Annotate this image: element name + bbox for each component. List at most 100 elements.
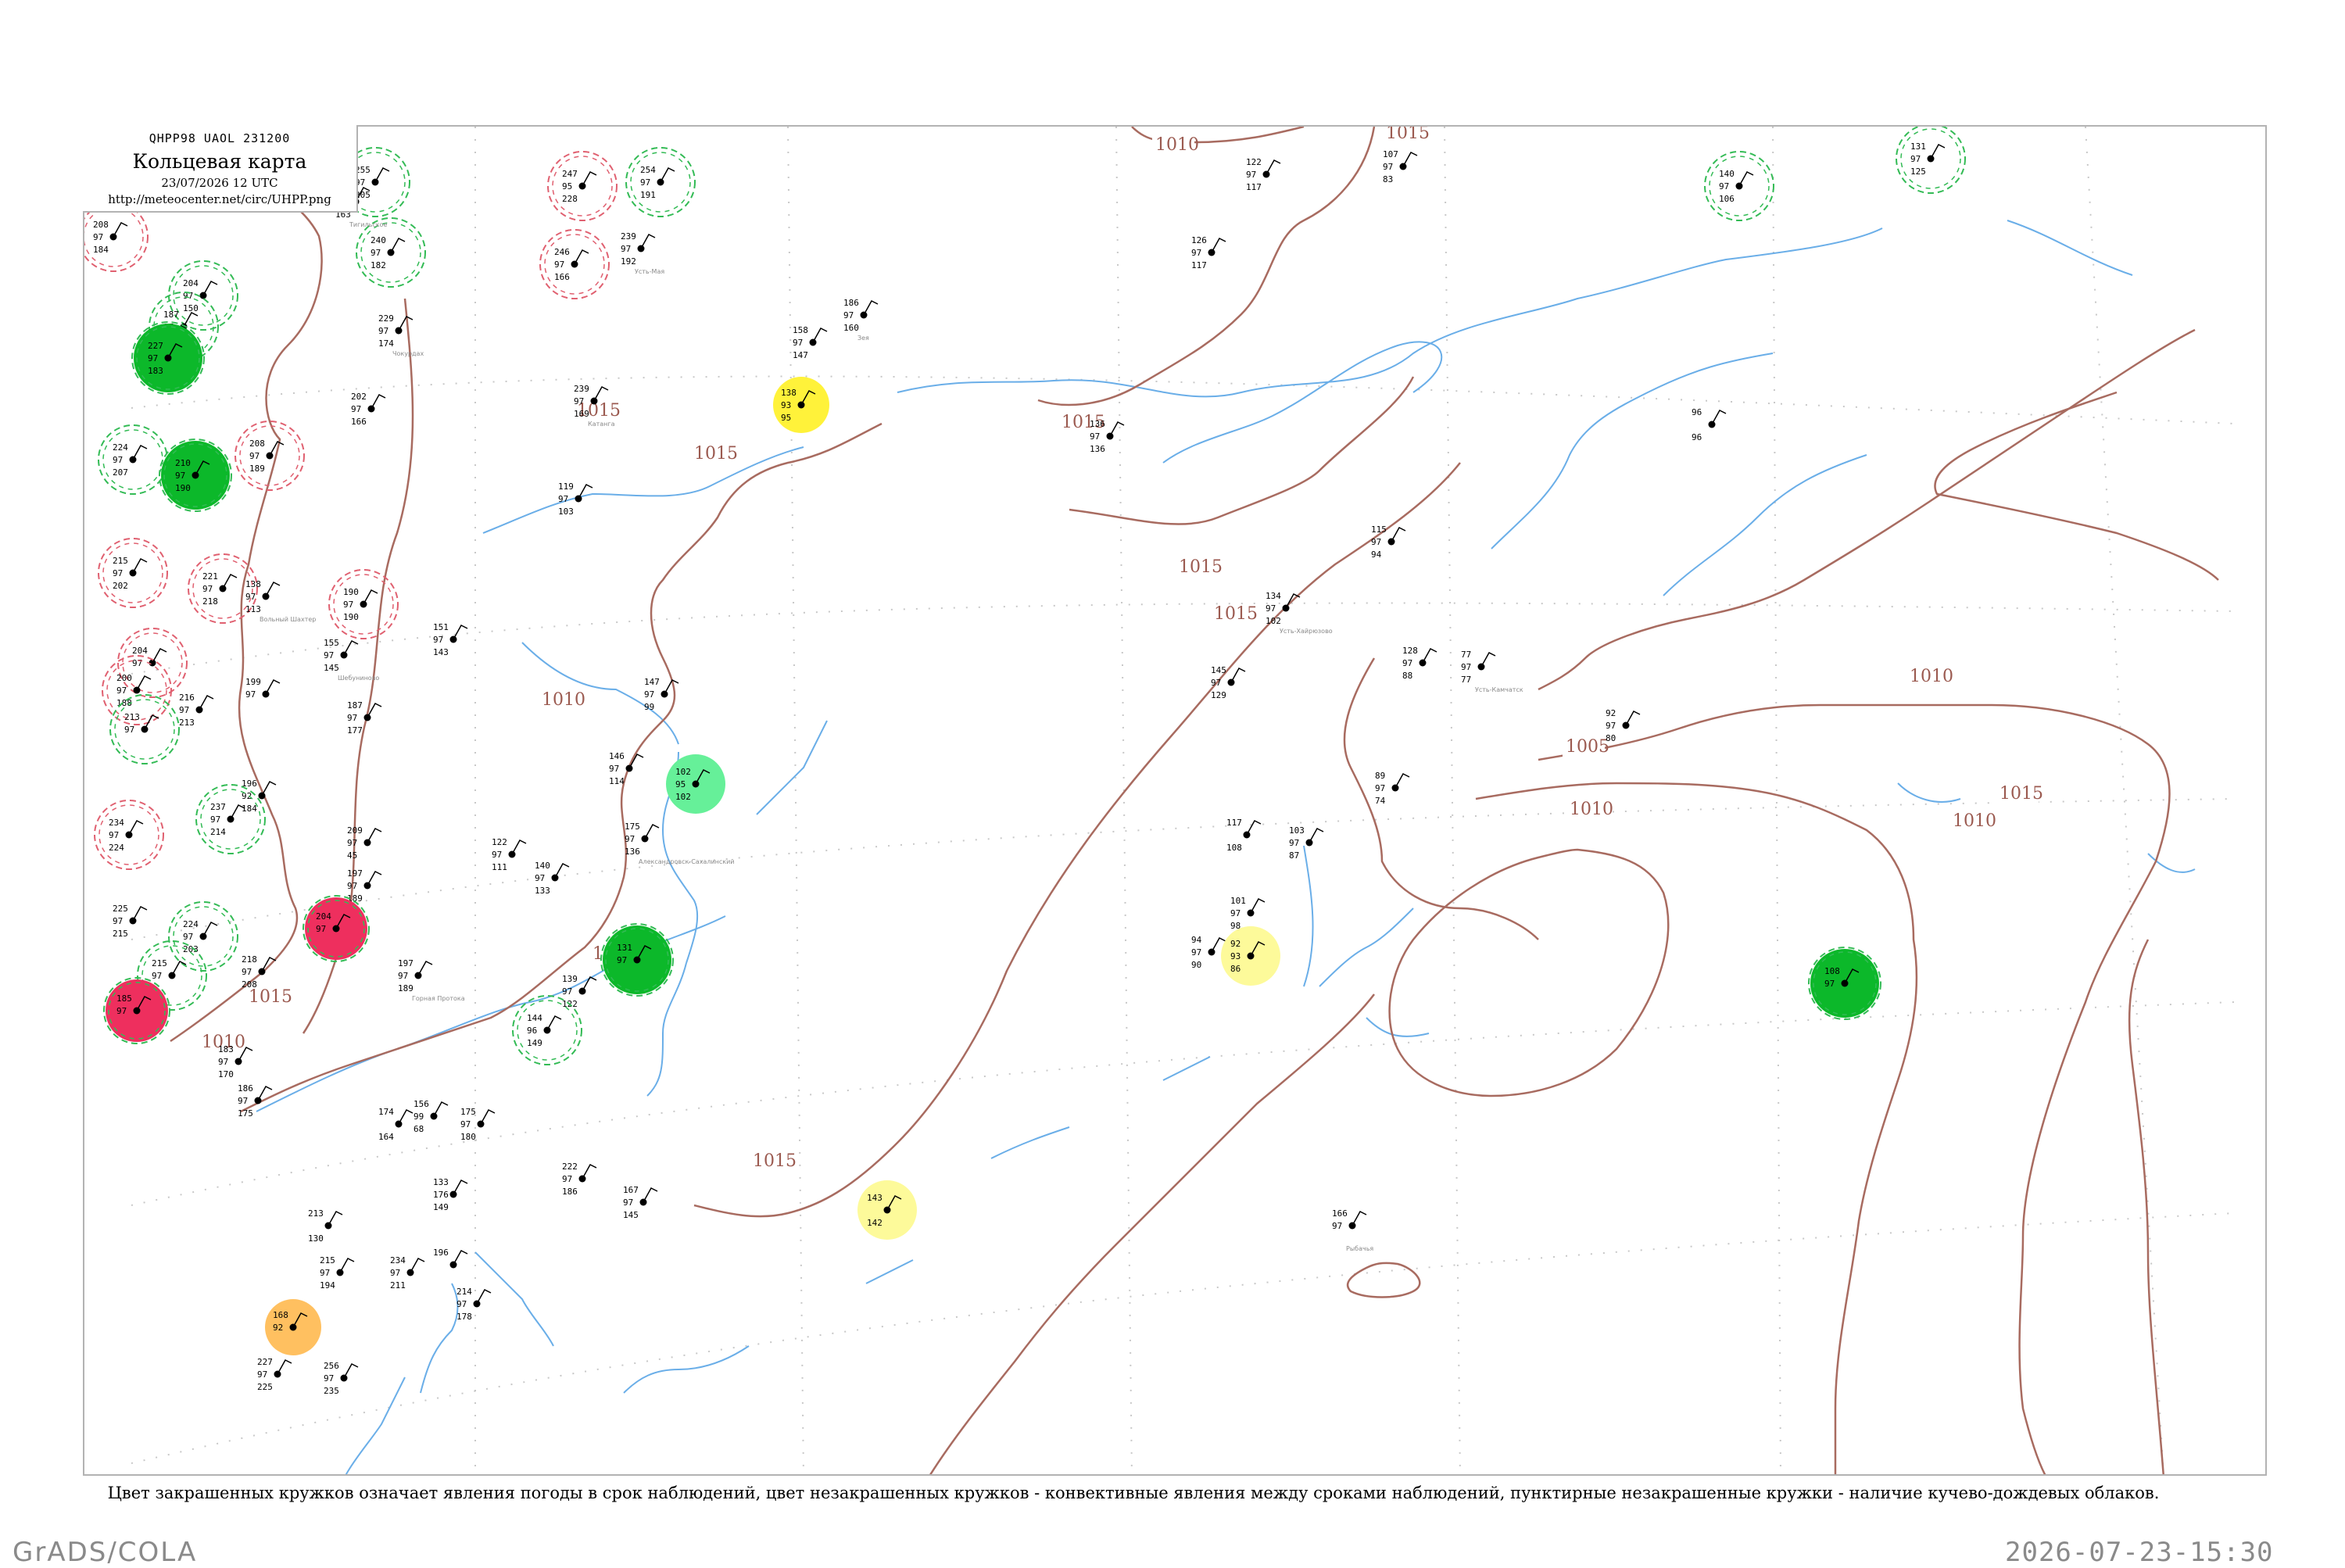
- station-plot[interactable]: 215 97 194: [320, 1255, 355, 1291]
- station-plot[interactable]: 1019798: [1230, 896, 1266, 931]
- station-plot[interactable]: 89 97 74: [1375, 771, 1410, 806]
- station-value-2: 97: [1824, 979, 1835, 989]
- station-plot[interactable]: 107 97 83: [1383, 149, 1418, 184]
- station-plot[interactable]: 214 97 178: [456, 1287, 492, 1322]
- station-plot[interactable]: 19997: [245, 677, 281, 700]
- station-value-2: 97: [238, 1096, 248, 1106]
- station-plot[interactable]: 186 97 175: [238, 1083, 273, 1119]
- station-plot[interactable]: 138 97 113 Вольный Шахтер: [245, 579, 316, 623]
- station-plot[interactable]: 122 97 117: [1246, 157, 1281, 192]
- station-plot[interactable]: 227 97 183: [131, 321, 205, 395]
- station-plot[interactable]: 175 97 180: [460, 1107, 496, 1142]
- station-plot[interactable]: 92 93 86: [1221, 926, 1280, 986]
- station-value-2: 97: [1246, 170, 1256, 180]
- station-plot[interactable]: 213 130: [308, 1208, 343, 1244]
- station-value-3: 208: [242, 979, 257, 990]
- station-value-2: 97: [456, 1299, 467, 1309]
- station-value-1: 199: [245, 677, 261, 687]
- station-plot[interactable]: 234 97 224: [94, 800, 164, 870]
- station-value-2: 97: [1332, 1221, 1342, 1231]
- station-plot[interactable]: 240 97 182: [356, 217, 426, 288]
- synoptic-map[interactable]: 1010101510151015101510101015101510151010…: [84, 127, 2267, 1476]
- station-value-2: 97: [347, 838, 357, 848]
- station-plot[interactable]: 20497: [303, 895, 370, 962]
- station-plot[interactable]: 94 97 90: [1191, 935, 1226, 970]
- station-plot[interactable]: 222 97 186: [562, 1162, 597, 1197]
- station-plot[interactable]: 146 97 114: [609, 751, 644, 786]
- station-plot[interactable]: 158 97 147: [793, 325, 828, 360]
- station-plot[interactable]: 117 108: [1226, 818, 1262, 853]
- station-plot[interactable]: 186 97 160 Зея: [843, 298, 879, 342]
- station-value-2: 97: [124, 725, 134, 735]
- station-value-2: 97: [1090, 431, 1100, 442]
- station-value-3: 88: [1402, 671, 1412, 681]
- station-plot[interactable]: 144 96 149: [512, 995, 582, 1065]
- station-plot[interactable]: 96 96: [1692, 407, 1727, 442]
- map-frame[interactable]: 1010101510151015101510101015101510151010…: [83, 125, 2267, 1476]
- station-plot[interactable]: 202 97 166: [351, 392, 386, 427]
- station-plot[interactable]: 126 97 117: [1191, 235, 1226, 270]
- station-plot[interactable]: 254 97 191: [625, 147, 696, 217]
- station-plot[interactable]: 134 97 102 Усть-Хайрюзово: [1266, 591, 1333, 635]
- station-plot[interactable]: 216 97 213: [179, 693, 214, 728]
- station-plot[interactable]: 20497150: [168, 260, 238, 331]
- station-plot[interactable]: 234 97 211: [390, 1255, 425, 1291]
- station-plot[interactable]: 131 97 125: [1896, 127, 1966, 194]
- station-plot[interactable]: 155 97 145 Шебуниново: [324, 638, 379, 682]
- station-plot[interactable]: 256 97 235: [324, 1361, 359, 1396]
- station-plot[interactable]: 138 93 95: [773, 377, 829, 433]
- station-plot[interactable]: 13997122: [562, 974, 597, 1009]
- station-plot[interactable]: 227 97 225: [257, 1357, 292, 1392]
- station-plot[interactable]: 77 97 77 Усть-Камчатск: [1461, 650, 1523, 693]
- station-plot[interactable]: 229 97 174Чокурдах: [378, 313, 424, 357]
- station-plot[interactable]: 16892: [265, 1299, 321, 1355]
- station-plot[interactable]: 156 99 68: [414, 1099, 449, 1134]
- station-plot[interactable]: 247 95 228: [547, 151, 618, 221]
- station-plot[interactable]: 21397: [109, 694, 180, 764]
- station-plot[interactable]: 167 97 145: [623, 1185, 658, 1220]
- station-value-1: 215: [113, 556, 128, 566]
- station-plot[interactable]: 208 97 184: [84, 202, 149, 272]
- station-plot[interactable]: 237 97 214: [195, 784, 266, 854]
- station-plot[interactable]: 140 97 106: [1704, 151, 1774, 221]
- station-value-3: 150: [183, 303, 199, 313]
- station-plot[interactable]: 136 97 136: [1090, 419, 1125, 454]
- station-layer[interactable]: 20897184255972052409718221597163Тигильск…: [84, 127, 1966, 1396]
- station-plot[interactable]: 115 97 94: [1371, 524, 1406, 560]
- station-plot[interactable]: 140 97 133: [535, 861, 570, 896]
- station-plot[interactable]: 20497: [117, 628, 188, 698]
- station-plot[interactable]: 209 97 45: [347, 825, 382, 861]
- station-plot[interactable]: 143 142: [857, 1180, 917, 1240]
- station-plot[interactable]: 190 97 190: [328, 569, 399, 639]
- station-value-3: 225: [257, 1382, 273, 1392]
- station-plot[interactable]: 239 97 192Усть-Мая: [621, 231, 664, 275]
- station-plot[interactable]: 128 97 88: [1402, 646, 1437, 681]
- station-value-3: 213: [179, 718, 195, 728]
- station-value-3: 174: [378, 338, 394, 349]
- station-plot[interactable]: 224 97 207: [98, 424, 168, 495]
- station-plot[interactable]: 225 97 215: [113, 904, 148, 939]
- map-url[interactable]: http://meteocenter.net/circ/UHPP.png: [83, 192, 356, 206]
- station-plot[interactable]: 197 97 189 Горная Протока: [398, 958, 465, 1002]
- station-plot[interactable]: 119 97 103: [558, 481, 593, 517]
- station-plot[interactable]: 102 95 102: [666, 754, 725, 814]
- station-plot[interactable]: 22497203: [168, 901, 238, 972]
- station-plot[interactable]: 166 97 Рыбачья: [1332, 1208, 1373, 1252]
- station-plot[interactable]: 19797189: [347, 868, 382, 904]
- station-value-2: 97: [113, 916, 123, 926]
- station-plot[interactable]: 133 176 149: [433, 1177, 468, 1212]
- station-plot[interactable]: 196: [433, 1248, 468, 1269]
- station-plot[interactable]: 92 97 80: [1606, 708, 1641, 743]
- station-plot[interactable]: 210 97 190: [159, 439, 232, 512]
- station-plot[interactable]: 13197: [600, 923, 674, 997]
- station-value-3: 169: [574, 409, 589, 419]
- station-plot[interactable]: 246 97 166: [539, 229, 610, 299]
- station-plot[interactable]: 218 97 208: [242, 954, 277, 990]
- station-plot[interactable]: 151 97 143: [433, 622, 468, 657]
- station-plot[interactable]: 175 97 136Александровск-Сахалинский: [625, 822, 735, 865]
- station-plot[interactable]: 10897: [1808, 947, 1881, 1020]
- station-plot[interactable]: 122 97 111: [492, 837, 527, 872]
- station-plot[interactable]: 174 164: [378, 1107, 414, 1142]
- station-plot[interactable]: 18597: [103, 977, 170, 1044]
- station-plot[interactable]: 215 97 202: [98, 538, 168, 608]
